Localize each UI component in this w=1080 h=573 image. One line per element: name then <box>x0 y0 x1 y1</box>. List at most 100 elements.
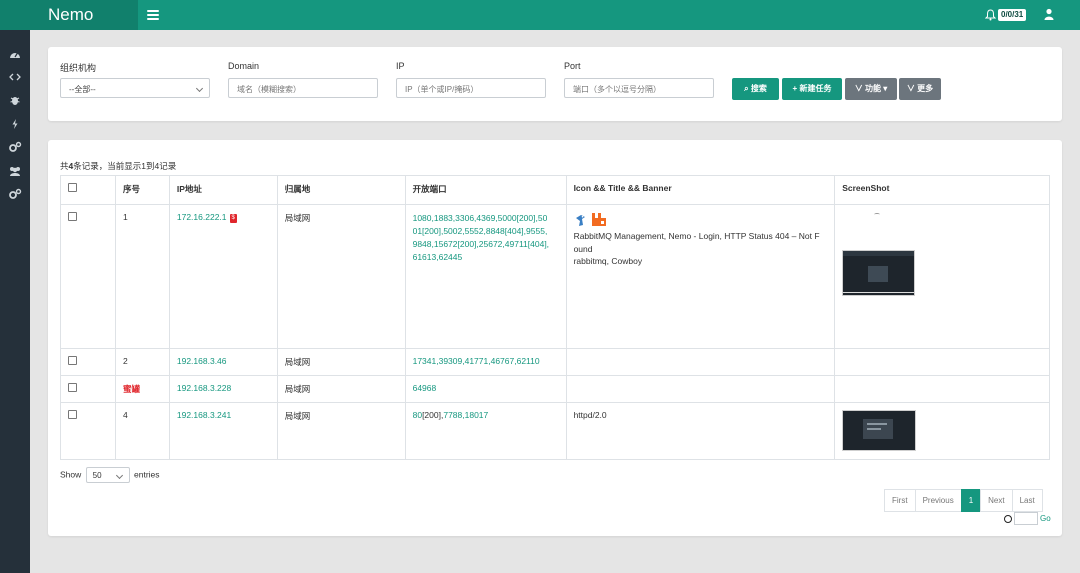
hamburger-icon[interactable] <box>147 8 159 22</box>
port-links[interactable]: 61613,62445 <box>413 252 463 262</box>
ip-link[interactable]: 192.168.3.46 <box>177 356 227 366</box>
sidebar <box>0 30 30 573</box>
more-button[interactable]: ∨ 更多 <box>899 78 941 100</box>
header-ip[interactable]: IP地址 <box>168 175 278 205</box>
first-page-button[interactable]: First <box>884 489 916 512</box>
row-screenshot <box>834 402 1050 460</box>
screenshot-thumbnail[interactable] <box>842 212 912 222</box>
page-length-value: 50 <box>92 471 102 480</box>
row-index: 1 <box>114 204 170 349</box>
port-links[interactable]: 17341,39309,41771,46767,62110 <box>413 356 540 366</box>
domain-placeholder: 域名（模糊搜索） <box>237 85 301 94</box>
org-select-value: --全部-- <box>69 85 96 94</box>
table-row: 1 172.16.222.1 $ 局域网 1080,1883,3306,4369,… <box>60 204 1050 349</box>
row-location: 局域网 <box>276 402 406 460</box>
row-ports: 1080,1883,3306,4369,5000[200],50 01[200]… <box>404 204 567 349</box>
ip-input[interactable]: IP（单个或IP/掩码） <box>396 78 546 98</box>
brand-name[interactable]: Nemo <box>48 0 93 30</box>
ip-link[interactable]: 192.168.3.241 <box>177 410 231 420</box>
port-placeholder: 端口（多个以逗号分隔） <box>573 85 661 94</box>
function-dropdown-button[interactable]: ∨ 功能 ▾ <box>845 78 897 100</box>
ip-link[interactable]: 192.168.3.228 <box>177 383 231 393</box>
port-links[interactable]: 01[200],5002,5552,8848[404],9555, <box>413 226 548 236</box>
ip-link[interactable]: 172.16.222.1 <box>177 212 227 222</box>
row-banner <box>565 375 836 403</box>
row-checkbox[interactable] <box>68 383 77 392</box>
bug-icon[interactable] <box>8 94 22 106</box>
search-button-label: 搜索 <box>750 84 767 93</box>
record-summary: 共4条记录，当前显示1到4记录 <box>60 160 176 172</box>
user-icon[interactable] <box>1044 8 1054 20</box>
cogs-icon[interactable] <box>8 141 22 153</box>
chevrons-down-icon: ∨ <box>854 84 863 93</box>
header-location[interactable]: 归属地 <box>276 175 406 205</box>
summary-suffix: 条记录，当前显示1到4记录 <box>73 161 177 171</box>
go-button[interactable]: Go <box>1040 514 1051 523</box>
page-length-select[interactable]: 50 <box>85 467 130 483</box>
select-all-checkbox[interactable] <box>68 183 77 192</box>
previous-page-button[interactable]: Previous <box>914 489 962 512</box>
port-links[interactable]: 9848,15672[200],25672,49711[404], <box>413 239 549 249</box>
bolt-icon[interactable] <box>8 118 22 130</box>
banner-title: ound <box>573 243 593 254</box>
new-task-button[interactable]: + 新建任务 <box>782 78 842 100</box>
header-banner[interactable]: Icon && Title && Banner <box>565 175 836 205</box>
table-header-row: 序号 IP地址 归属地 开放端口 Icon && Title && Banner… <box>60 175 1050 205</box>
goto-page-control: Go <box>1004 512 1051 525</box>
row-checkbox[interactable] <box>68 356 77 365</box>
honeypot-label: 蜜罐 <box>122 384 140 394</box>
port-status: [200], <box>422 410 444 420</box>
screenshot-thumbnail[interactable] <box>842 250 916 296</box>
row-screenshot <box>834 375 1050 403</box>
row-location: 局域网 <box>276 348 406 376</box>
settings-icon[interactable] <box>8 188 22 200</box>
notification-badge[interactable]: 0/0/31 <box>998 9 1027 21</box>
plus-icon: + <box>792 84 798 93</box>
org-select[interactable]: --全部-- <box>60 78 210 98</box>
row-screenshot <box>834 204 1050 349</box>
search-button[interactable]: ⌕ 搜索 <box>732 78 779 100</box>
chevron-down-icon <box>115 471 123 480</box>
bell-icon[interactable] <box>985 9 996 21</box>
screenshot-thumbnail[interactable] <box>842 410 917 451</box>
row-index: 2 <box>114 348 170 376</box>
port-links[interactable]: 1080,1883,3306,4369,5000[200],50 <box>413 213 548 223</box>
goto-page-input[interactable] <box>1014 512 1038 525</box>
row-location: 局域网 <box>276 375 406 403</box>
row-checkbox[interactable] <box>68 212 77 221</box>
row-location: 局域网 <box>276 204 406 349</box>
banner-title: RabbitMQ Management, Nemo - Login, HTTP … <box>573 231 820 241</box>
table-row: 4 192.168.3.241 局域网 80[200],7788,18017 h… <box>60 402 1050 460</box>
port-input[interactable]: 端口（多个以逗号分隔） <box>564 78 714 98</box>
domain-input[interactable]: 域名（模糊搜索） <box>228 78 378 98</box>
code-icon[interactable] <box>8 71 22 83</box>
next-page-button[interactable]: Next <box>980 489 1013 512</box>
row-checkbox[interactable] <box>68 410 77 419</box>
search-icon: ⌕ <box>744 84 749 93</box>
page-1-button[interactable]: 1 <box>960 489 982 512</box>
chevron-down-icon <box>195 84 204 93</box>
last-page-button[interactable]: Last <box>1011 489 1043 512</box>
dollar-tag-icon: $ <box>229 214 237 223</box>
domain-label: Domain <box>228 61 260 71</box>
header-ports[interactable]: 开放端口 <box>404 175 567 205</box>
users-icon[interactable] <box>8 165 22 177</box>
new-task-label: 新建任务 <box>799 84 832 93</box>
results-table: 序号 IP地址 归属地 开放端口 Icon && Title && Banner… <box>60 175 1050 460</box>
function-label: 功能 <box>864 84 881 93</box>
page-length-control: Show 50 entries <box>60 467 160 483</box>
port-link[interactable]: 80 <box>413 410 422 420</box>
ip-label: IP <box>396 61 405 71</box>
brand-logo[interactable]: Nemo <box>0 0 138 30</box>
port-links[interactable]: 7788,18017 <box>443 410 488 420</box>
more-label: 更多 <box>917 84 934 93</box>
port-links[interactable]: 64968 <box>413 383 437 393</box>
entries-label: entries <box>134 469 160 480</box>
banner-info: rabbitmq, Cowboy <box>573 256 643 266</box>
header-index[interactable]: 序号 <box>114 175 170 205</box>
header-screenshot[interactable]: ScreenShot <box>834 175 1050 205</box>
row-ports: 80[200],7788,18017 <box>404 402 567 460</box>
rabbitmq-favicon-icon <box>591 213 606 226</box>
table-row: 蜜罐 192.168.3.228 局域网 64968 <box>60 375 1050 403</box>
dashboard-icon[interactable] <box>8 48 22 60</box>
